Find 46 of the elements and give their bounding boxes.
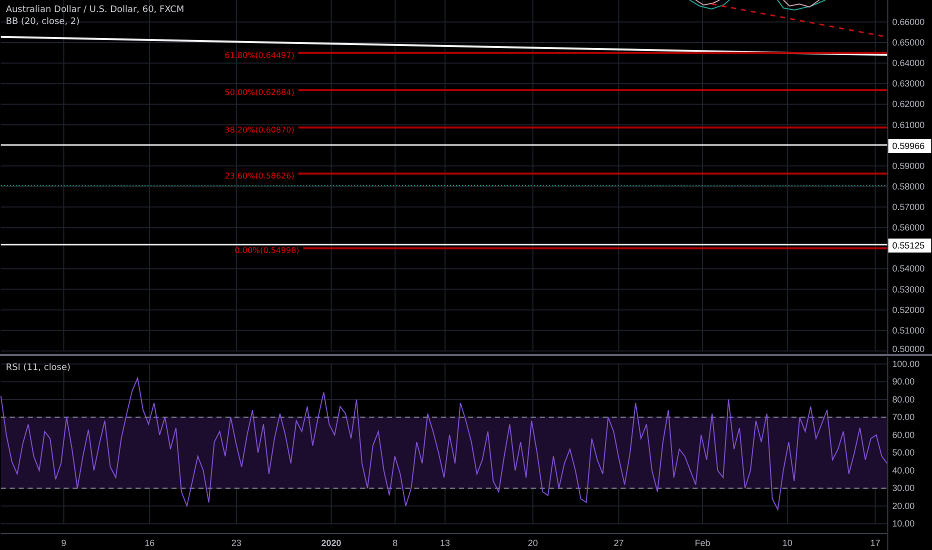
fib-level-label: 50.00%(0.62684): [224, 88, 294, 98]
time-tick-label: 27: [614, 538, 624, 548]
price-tick-label: 0.52000: [892, 304, 925, 315]
price-tick-label: 0.65000: [892, 38, 925, 48]
price-tick-label: 0.58000: [892, 181, 925, 192]
fib-level-label: 38.20%(0.60870): [224, 125, 294, 134]
rsi-tick-label: 100.00: [892, 359, 920, 370]
time-tick-label: 23: [231, 538, 242, 548]
fib-level-label: 0.00%(0.54998): [234, 246, 300, 256]
time-tick-label: 9: [61, 538, 66, 548]
price-tick-label: 0.51000: [892, 325, 925, 336]
time-tick-label: 2020: [321, 538, 342, 548]
rsi-tick-label: 20.00: [892, 501, 915, 512]
rsi-tick-label: 30.00: [892, 484, 915, 494]
price-tick-label: 0.56000: [892, 222, 925, 233]
price-label: 0.59966: [888, 139, 932, 154]
chart-title: Australian Dollar / U.S. Dollar, 60, FXCM: [6, 4, 184, 15]
time-tick-label: 20: [528, 538, 538, 548]
rsi-tick-label: 10.00: [892, 519, 915, 530]
rsi-tick-label: 40.00: [892, 466, 915, 476]
price-tick-label: 0.63000: [892, 78, 925, 89]
price-tick-label: 0.66000: [892, 16, 925, 27]
price-tick-label: 0.57000: [892, 202, 925, 212]
price-tick-label: 0.54000: [892, 264, 925, 274]
rsi-tick-label: 80.00: [892, 394, 915, 405]
price-tick-label: 0.62000: [892, 99, 925, 110]
price-tick-label: 0.50000: [892, 344, 925, 354]
price-tick-label: 0.61000: [892, 120, 925, 130]
time-tick-label: Feb: [694, 538, 710, 548]
price-tick-label: 0.64000: [892, 58, 925, 68]
price-tick-label: 0.53000: [892, 284, 925, 294]
fib-level-label: 23.60%(0.58626): [224, 172, 294, 181]
time-tick-label: 16: [144, 538, 155, 548]
time-tick-label: 10: [782, 538, 792, 548]
rsi-tick-label: 70.00: [892, 412, 915, 423]
rsi-title: RSI (11, close): [6, 363, 70, 374]
fib-level-label: 61.80%(0.64497): [224, 50, 294, 60]
price-label: 0.55125: [888, 238, 932, 253]
rsi-tick-label: 90.00: [892, 377, 915, 388]
indicator-label: BB (20, close, 2): [6, 16, 80, 27]
time-tick-label: 13: [440, 538, 450, 548]
rsi-tick-label: 60.00: [892, 430, 915, 440]
time-tick-label: 8: [392, 538, 398, 548]
price-tick-label: 0.59000: [892, 160, 925, 171]
time-tick-label: 17: [870, 538, 880, 548]
rsi-tick-label: 50.00: [892, 448, 915, 458]
